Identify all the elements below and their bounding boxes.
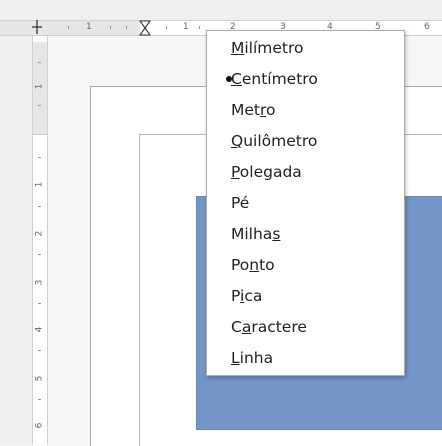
ruler-number: 1: [183, 22, 189, 32]
ruler-tick: [38, 303, 41, 304]
menu-item-pe[interactable]: Pé: [207, 188, 404, 218]
ruler-tick: [38, 350, 41, 351]
menu-item-linha[interactable]: Linha: [207, 343, 404, 373]
ruler-number: 1: [34, 83, 45, 90]
menu-item-metro[interactable]: Metro: [207, 95, 404, 125]
ruler-tick: [38, 399, 41, 400]
menu-item-label: Milímetro: [231, 39, 304, 57]
ruler-tick: [38, 157, 41, 158]
ruler-number: 6: [424, 22, 430, 32]
menu-item-pica[interactable]: Pica: [207, 281, 404, 311]
ruler-tick: [110, 26, 111, 29]
ruler-number: 4: [34, 326, 45, 333]
menu-item-milimetro[interactable]: Milímetro: [207, 33, 404, 63]
menu-item-label: Pé: [231, 194, 250, 212]
ruler-tick: [38, 105, 41, 106]
menu-item-label: Caractere: [231, 318, 307, 336]
ruler-number: 3: [34, 279, 45, 286]
ruler-number: 6: [34, 422, 45, 429]
ruler-tick: [166, 26, 167, 29]
menu-item-caractere[interactable]: Caractere: [207, 312, 404, 342]
ruler-tick: [199, 26, 200, 29]
menu-item-label: Pica: [231, 287, 263, 305]
ruler-tick: [68, 26, 69, 29]
menu-item-label: Metro: [231, 101, 276, 119]
ruler-number: 1: [34, 181, 45, 188]
menu-item-polegada[interactable]: Polegada: [207, 157, 404, 187]
ruler-tick: [38, 62, 41, 63]
ruler-units-menu: Milímetro Centímetro Metro Quilômetro Po…: [206, 30, 405, 376]
tab-stop-icon[interactable]: [32, 20, 42, 34]
ruler-tick: [38, 254, 41, 255]
menu-item-milhas[interactable]: Milhas: [207, 219, 404, 249]
ruler-number: 5: [34, 375, 45, 382]
ruler-tick: [38, 206, 41, 207]
menu-item-label: Polegada: [231, 163, 302, 181]
ruler-number: 1: [86, 22, 92, 32]
ruler-number: 2: [34, 230, 45, 237]
menu-item-ponto[interactable]: Ponto: [207, 250, 404, 280]
horizontal-ruler-margin: [0, 20, 140, 36]
menu-item-label: Quilômetro: [231, 132, 318, 150]
ruler-tick: [126, 26, 127, 29]
menu-item-label: Milhas: [231, 225, 281, 243]
menu-item-label: Ponto: [231, 256, 275, 274]
menu-item-label: Linha: [231, 349, 274, 367]
menu-item-quilometro[interactable]: Quilômetro: [207, 126, 404, 156]
indent-hourglass-icon[interactable]: [139, 20, 151, 36]
menu-item-label: Centímetro: [231, 70, 318, 88]
menu-item-centimetro[interactable]: Centímetro: [207, 64, 404, 94]
